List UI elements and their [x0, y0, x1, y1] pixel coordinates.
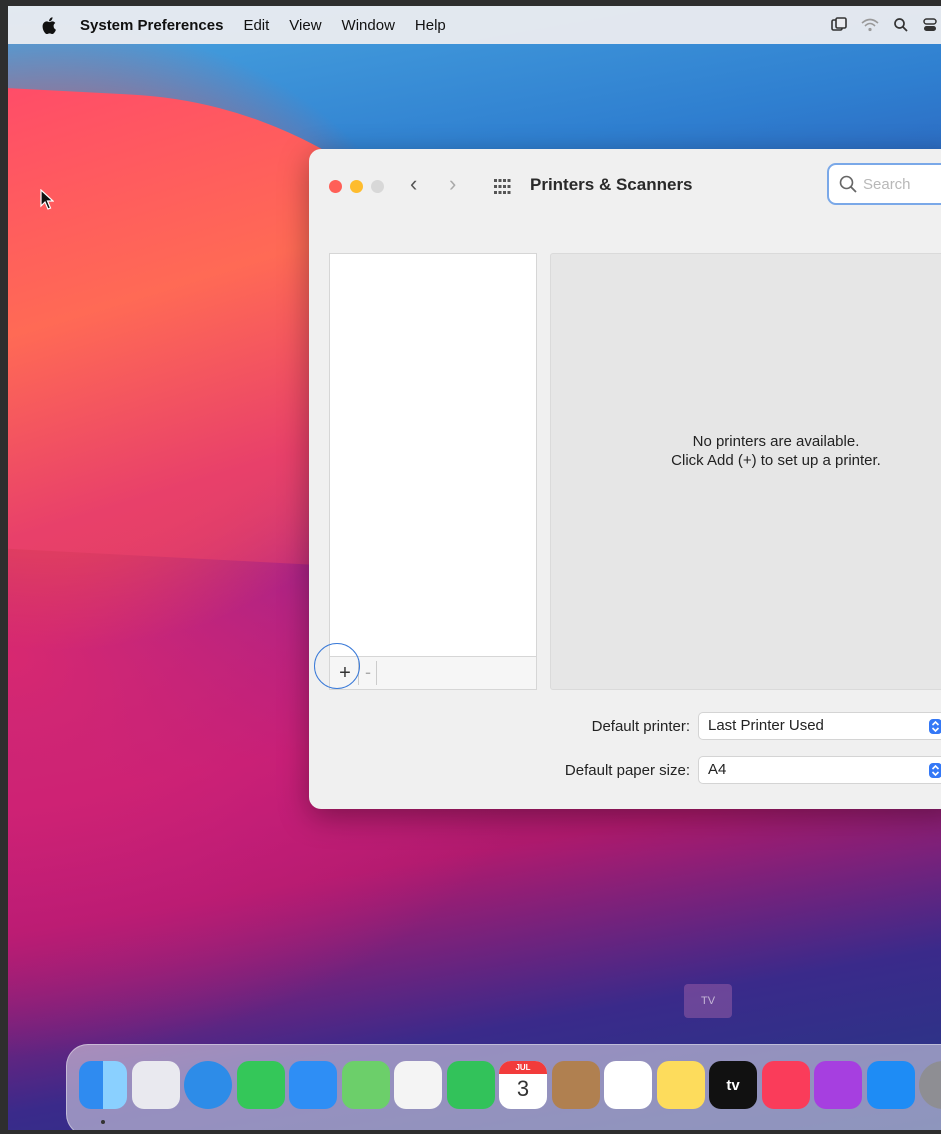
- system-preferences-icon[interactable]: [919, 1061, 941, 1109]
- empty-message-line1: No printers are available.: [692, 433, 860, 450]
- default-paper-value: A4: [708, 761, 727, 778]
- minimize-button[interactable]: [350, 180, 363, 193]
- default-printer-value: Last Printer Used: [708, 717, 824, 734]
- printer-list[interactable]: + -: [329, 253, 537, 690]
- popup-chevron-icon: [929, 719, 941, 734]
- empty-message-line2: Click Add (+) to set up a printer.: [671, 452, 881, 469]
- menu-edit[interactable]: Edit: [243, 17, 269, 34]
- menu-help[interactable]: Help: [415, 17, 446, 34]
- contacts-icon[interactable]: [551, 1061, 600, 1109]
- show-all-grid-icon[interactable]: [494, 179, 511, 195]
- search-input[interactable]: [861, 174, 941, 194]
- podcasts-icon[interactable]: [814, 1061, 862, 1109]
- tv-icon[interactable]: tv: [709, 1061, 757, 1109]
- add-button-highlight-ring: [314, 643, 360, 689]
- launchpad-icon[interactable]: [131, 1061, 180, 1109]
- back-icon[interactable]: ‹: [410, 171, 417, 197]
- default-printer-popup[interactable]: Last Printer Used: [698, 712, 941, 740]
- printers-scanners-window: ‹ › Printers & Scanners +: [309, 149, 941, 809]
- facetime-icon[interactable]: [446, 1061, 495, 1109]
- wifi-icon[interactable]: [861, 17, 879, 33]
- control-center-icon[interactable]: [923, 17, 937, 33]
- mouse-cursor: [40, 189, 54, 210]
- finder-icon[interactable]: [79, 1061, 127, 1109]
- window-toolbar: ‹ › Printers & Scanners: [309, 149, 941, 225]
- default-paper-label: Default paper size:: [564, 761, 690, 779]
- search-icon: [839, 175, 857, 193]
- popup-chevron-icon: [929, 763, 941, 778]
- search-field[interactable]: [827, 163, 941, 205]
- empty-state-message: No printers are available. Click Add (+)…: [651, 432, 901, 470]
- tv-label: tv: [726, 1076, 740, 1094]
- dock-tooltip: TV: [684, 984, 732, 1018]
- notes-icon[interactable]: [656, 1061, 705, 1109]
- calendar-icon[interactable]: JUL 3: [499, 1061, 547, 1109]
- mail-icon[interactable]: [289, 1061, 337, 1109]
- dock: JUL 3 tv: [66, 1044, 941, 1130]
- forward-icon[interactable]: ›: [449, 171, 456, 197]
- music-icon[interactable]: [761, 1061, 810, 1109]
- reminders-icon[interactable]: [604, 1061, 652, 1109]
- menu-window[interactable]: Window: [342, 17, 395, 34]
- remove-printer-button[interactable]: -: [360, 661, 377, 685]
- running-indicator: [101, 1120, 105, 1124]
- calendar-month: JUL: [499, 1061, 547, 1074]
- spotlight-icon[interactable]: [893, 17, 909, 33]
- screen-mirroring-icon[interactable]: [831, 17, 847, 33]
- menu-app-name[interactable]: System Preferences: [80, 17, 223, 34]
- close-button[interactable]: [329, 180, 342, 193]
- maps-icon[interactable]: [341, 1061, 390, 1109]
- printer-list-toolbar: + -: [330, 656, 536, 689]
- zoom-button[interactable]: [371, 180, 384, 193]
- app-store-icon[interactable]: [866, 1061, 915, 1109]
- default-printer-label: Default printer:: [591, 717, 690, 735]
- printer-detail-pane: No printers are available. Click Add (+)…: [550, 253, 941, 690]
- safari-icon[interactable]: [184, 1061, 232, 1109]
- menu-view[interactable]: View: [289, 17, 321, 34]
- default-paper-popup[interactable]: A4: [698, 756, 941, 784]
- desktop: System Preferences Edit View Window Help: [0, 0, 941, 1134]
- menu-bar: System Preferences Edit View Window Help: [8, 6, 941, 44]
- calendar-day: 3: [516, 1076, 530, 1101]
- messages-icon[interactable]: [236, 1061, 285, 1109]
- apple-menu-icon[interactable]: [42, 16, 56, 34]
- status-area: [831, 6, 937, 44]
- photos-icon[interactable]: [394, 1061, 442, 1109]
- window-title: Printers & Scanners: [530, 175, 693, 194]
